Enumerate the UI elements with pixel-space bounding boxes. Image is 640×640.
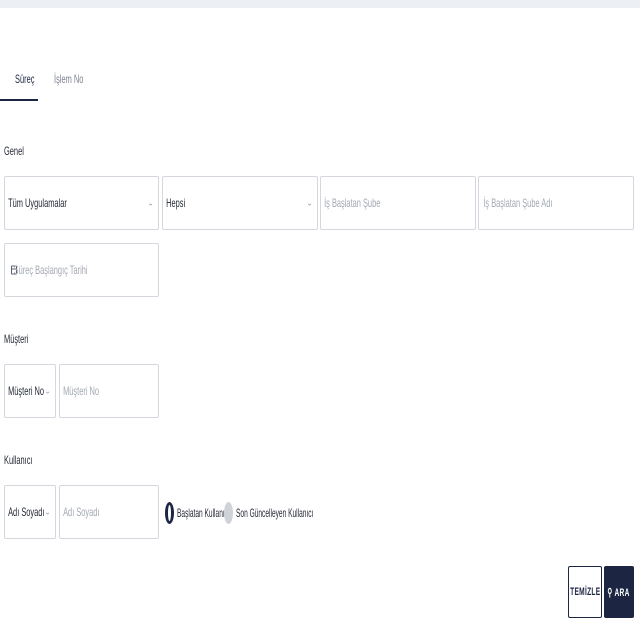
- tab-surec[interactable]: Süreç: [15, 58, 34, 100]
- branch-input[interactable]: İş Başlatan Şube: [320, 176, 476, 230]
- customer-type-select-value: Müşteri No: [8, 384, 45, 398]
- user-type-select-value: Adı Soyadı: [8, 505, 45, 519]
- search-button-label: ⚲ ARA: [608, 586, 630, 599]
- customer-type-select[interactable]: Müşteri No ⌄: [4, 364, 56, 418]
- clear-button-label: TEMİZLE: [569, 586, 601, 598]
- start-date-input[interactable]: Süreç Başlangıç Tarihi: [4, 243, 159, 297]
- search-button-text: ARA: [614, 586, 631, 599]
- tab-islem-no[interactable]: İşlem No: [54, 58, 83, 100]
- active-tab-indicator: [0, 99, 38, 101]
- section-title-general: Genel: [4, 144, 24, 158]
- search-button[interactable]: ⚲ ARA: [604, 566, 634, 618]
- chevron-down-icon: ⌄: [44, 507, 51, 517]
- status-select[interactable]: Hepsi ⌄: [162, 176, 318, 230]
- branch-name-input[interactable]: İş Başlatan Şube Adı: [478, 176, 634, 230]
- section-title-customer: Müşteri: [4, 332, 29, 346]
- customer-number-input-placeholder: Müşteri No: [63, 384, 100, 398]
- application-select[interactable]: Tüm Uygulamalar ⌄: [4, 176, 159, 230]
- user-type-select[interactable]: Adı Soyadı ⌄: [4, 485, 56, 539]
- section-title-user: Kullanıcı: [4, 453, 33, 467]
- search-icon: ⚲: [607, 586, 614, 599]
- start-date-input-placeholder: Süreç Başlangıç Tarihi: [13, 263, 88, 277]
- application-select-value: Tüm Uygulamalar: [8, 196, 67, 210]
- branch-input-placeholder: İş Başlatan Şube: [324, 196, 381, 210]
- radio-last-updating-user-label: Son Güncelleyen Kullanıcı: [236, 506, 314, 520]
- chevron-down-icon: ⌄: [147, 198, 154, 208]
- chevron-down-icon: ⌄: [306, 198, 313, 208]
- branch-name-input-placeholder: İş Başlatan Şube Adı: [483, 196, 553, 210]
- user-name-input[interactable]: Adı Soyadı: [59, 485, 159, 539]
- top-bar: [0, 0, 640, 8]
- status-select-value: Hepsi: [166, 196, 186, 210]
- radio-selected-icon[interactable]: [165, 502, 174, 524]
- clear-button[interactable]: TEMİZLE: [568, 566, 602, 618]
- radio-starting-user-label: Başlatan Kullanıcı: [177, 506, 230, 520]
- radio-last-updating-user[interactable]: Son Güncelleyen Kullanıcı: [224, 502, 377, 524]
- chevron-down-icon: ⌄: [44, 386, 51, 396]
- tab-bar: Süreç İşlem No: [4, 58, 404, 102]
- customer-number-input[interactable]: Müşteri No: [59, 364, 159, 418]
- radio-unselected-icon[interactable]: [224, 502, 233, 524]
- user-name-input-placeholder: Adı Soyadı: [63, 505, 100, 519]
